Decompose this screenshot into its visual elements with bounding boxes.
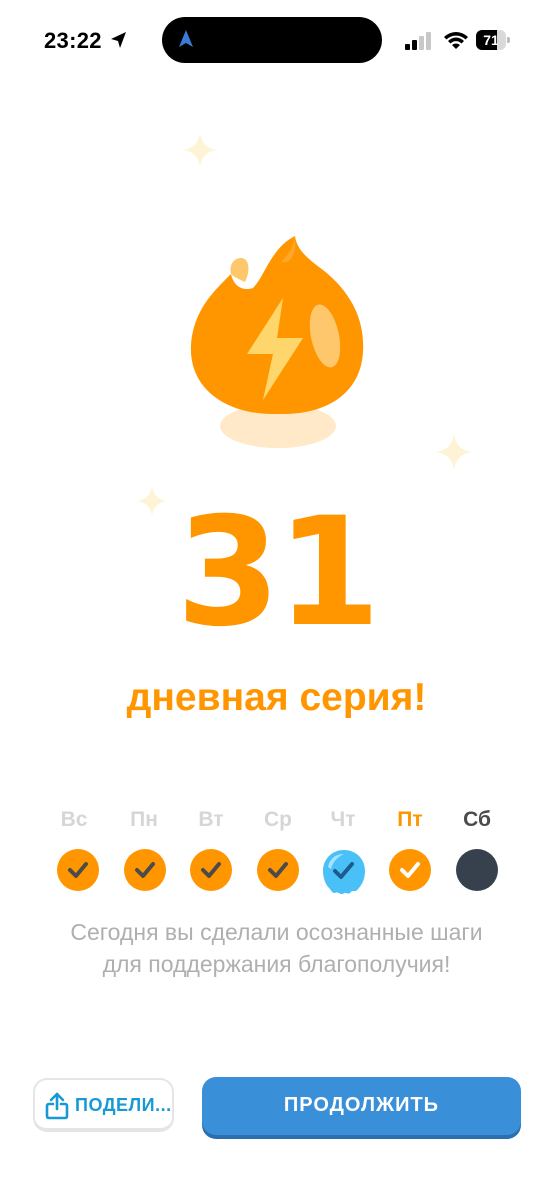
share-icon — [45, 1092, 69, 1120]
location-arrow-icon — [111, 32, 126, 48]
share-button-label: ПОДЕЛИ... — [75, 1095, 172, 1115]
navigation-arrow-icon — [179, 30, 193, 47]
day-label-tue: Вт — [198, 808, 224, 831]
checkmark-icon — [389, 849, 431, 891]
cellular-signal-icon — [405, 32, 431, 50]
day-circle-upcoming — [456, 849, 498, 891]
continue-button-label: ПРОДОЛЖИТЬ — [283, 1094, 440, 1116]
checkmark-icon — [257, 849, 299, 891]
battery-indicator: 71 — [476, 30, 511, 50]
dynamic-island — [162, 17, 382, 63]
day-label-sat: Сб — [463, 808, 491, 831]
sparkle-icon — [183, 133, 217, 167]
day-label-sun: Вс — [60, 808, 88, 831]
share-button[interactable]: ПОДЕЛИ... — [33, 1078, 174, 1132]
day-label-mon: Пн — [130, 808, 158, 831]
wifi-icon — [444, 32, 468, 49]
day-label-thu: Чт — [330, 808, 356, 831]
battery-level: 71 — [483, 32, 499, 48]
day-label-fri: Пт — [397, 808, 423, 831]
day-circle-done — [57, 849, 99, 891]
encouragement-message: Сегодня вы сделали осознанные шаги для п… — [70, 919, 483, 977]
streak-label: дневная серия! — [126, 676, 427, 719]
day-circle-done — [124, 849, 166, 891]
day-circle-done — [257, 849, 299, 891]
day-circle-today — [389, 849, 431, 891]
day-circle-done — [190, 849, 232, 891]
day-label-wed: Ср — [264, 808, 292, 831]
streak-count: 31 — [176, 486, 381, 660]
checkmark-icon — [57, 849, 99, 891]
day-circle-freeze — [322, 849, 365, 895]
checkmark-icon — [124, 849, 166, 891]
status-time: 23:22 — [44, 28, 102, 53]
continue-button[interactable]: ПРОДОЛЖИТЬ — [202, 1077, 521, 1135]
streak-freeze-icon — [323, 850, 365, 895]
checkmark-icon — [190, 849, 232, 891]
sparkle-icon — [436, 434, 472, 470]
flame-lightning-icon — [190, 236, 364, 448]
